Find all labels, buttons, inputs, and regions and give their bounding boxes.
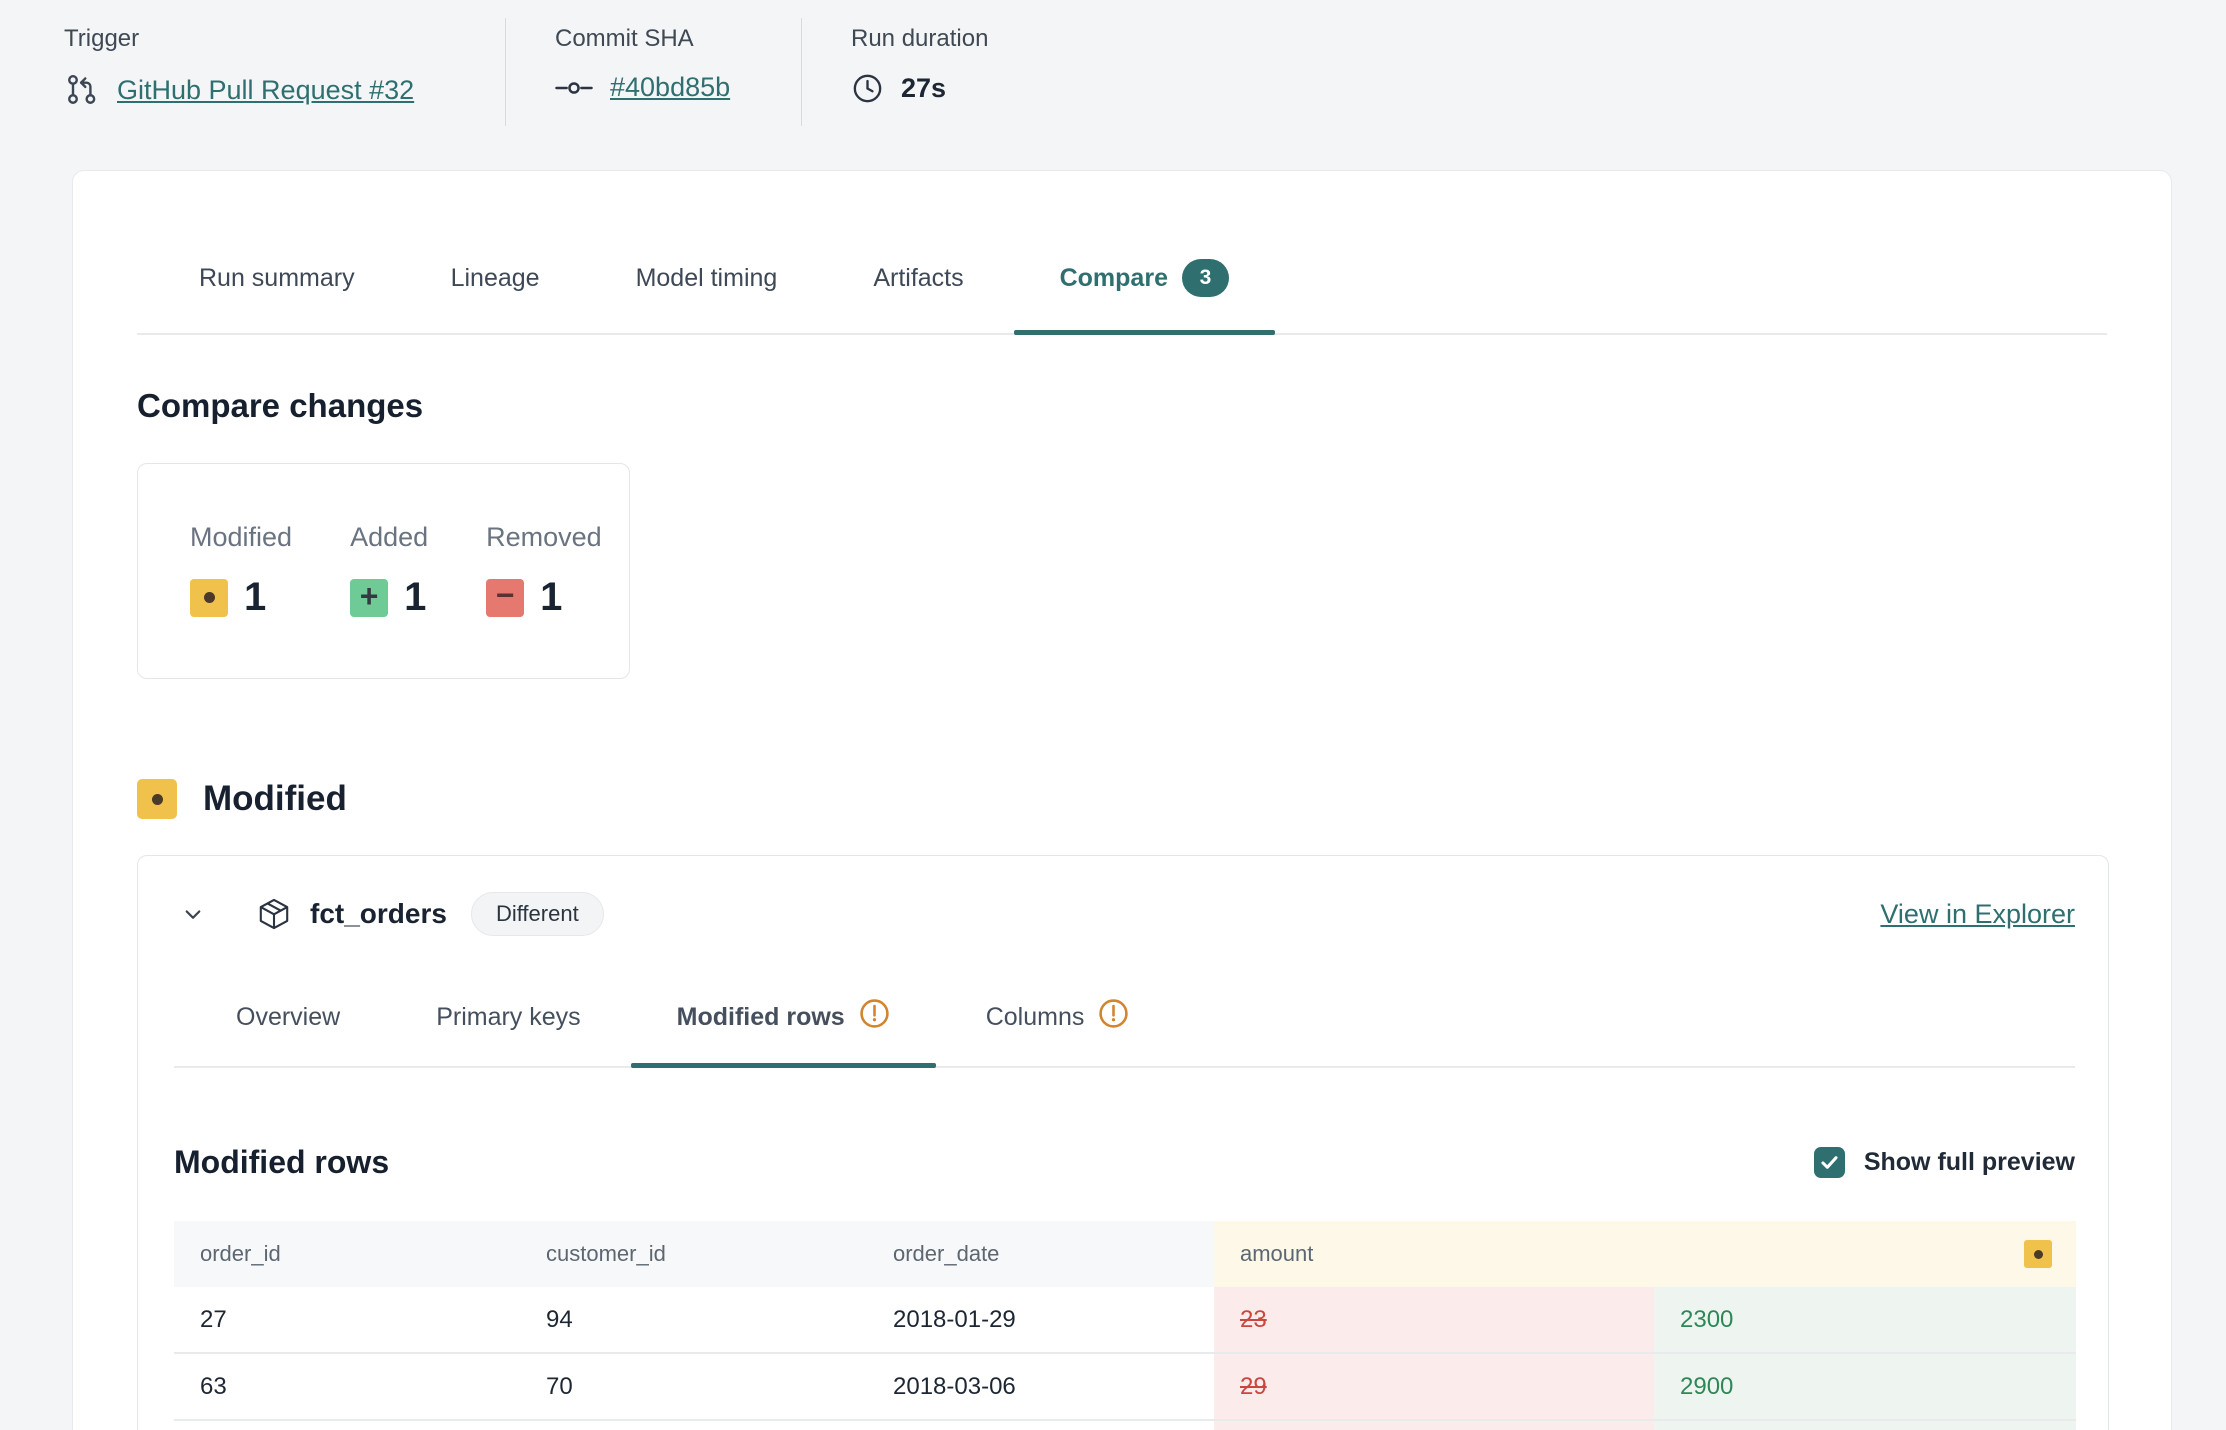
model-tabs: Overview Primary keys Modified rows Colu… bbox=[174, 998, 2075, 1068]
modified-column-icon bbox=[2024, 1240, 2052, 1268]
compare-changes-heading: Compare changes bbox=[137, 387, 2107, 425]
old-value: 23 bbox=[1240, 1306, 1267, 1334]
run-detail-card: Run summary Lineage Model timing Artifac… bbox=[72, 170, 2172, 1430]
cell-order-date: 2018-01-29 bbox=[867, 1287, 1214, 1352]
column-header-amount: amount bbox=[1214, 1221, 2076, 1287]
added-icon: + bbox=[350, 579, 388, 617]
modified-section-title: Modified bbox=[203, 779, 347, 819]
tab-model-timing[interactable]: Model timing bbox=[590, 259, 824, 333]
tab-run-summary[interactable]: Run summary bbox=[153, 259, 401, 333]
cell-amount-new: 2300 bbox=[1654, 1287, 2076, 1352]
cell-amount-new bbox=[1654, 1421, 2076, 1430]
commit-sha-link[interactable]: #40bd85b bbox=[610, 72, 730, 103]
tab-label: Columns bbox=[986, 1003, 1085, 1032]
tab-label: Compare bbox=[1060, 264, 1168, 293]
stat-removed-label: Removed bbox=[486, 522, 602, 553]
view-in-explorer-link[interactable]: View in Explorer bbox=[1880, 899, 2075, 930]
compare-summary-card: Modified 1 Added + 1 Removed − 1 bbox=[137, 463, 630, 679]
new-value: 2300 bbox=[1680, 1306, 1733, 1334]
column-header-order-id: order_id bbox=[174, 1221, 520, 1287]
tab-primary-keys[interactable]: Primary keys bbox=[390, 998, 626, 1066]
removed-icon: − bbox=[486, 579, 524, 617]
table-row bbox=[174, 1421, 2076, 1430]
modified-icon bbox=[137, 779, 177, 819]
amount-header-label: amount bbox=[1240, 1241, 1313, 1267]
warning-icon bbox=[1098, 998, 1129, 1036]
run-tabs: Run summary Lineage Model timing Artifac… bbox=[137, 259, 2107, 335]
model-name: fct_orders bbox=[310, 898, 447, 930]
show-full-preview-label: Show full preview bbox=[1864, 1148, 2075, 1177]
header-divider bbox=[505, 18, 506, 126]
pull-request-icon bbox=[64, 72, 100, 108]
collapse-chevron-icon[interactable] bbox=[174, 895, 212, 933]
cell-customer-id: 70 bbox=[520, 1354, 867, 1419]
table-row: 27 94 2018-01-29 23 2300 bbox=[174, 1287, 2076, 1354]
tab-lineage[interactable]: Lineage bbox=[405, 259, 586, 333]
cell-amount-old: 29 bbox=[1214, 1354, 1654, 1419]
cell-order-date: 2018-03-06 bbox=[867, 1354, 1214, 1419]
stat-added-label: Added bbox=[350, 522, 428, 553]
modified-rows-panel-header: Modified rows Show full preview bbox=[174, 1144, 2075, 1181]
run-header: Trigger GitHub Pull Request #32 Commit S… bbox=[0, 0, 2226, 136]
modified-section-heading: Modified bbox=[137, 779, 2107, 819]
trigger-label: Trigger bbox=[64, 26, 505, 52]
stat-removed: Removed − 1 bbox=[486, 522, 602, 620]
model-diff-card: fct_orders Different View in Explorer Ov… bbox=[137, 855, 2109, 1430]
cell-amount-old bbox=[1214, 1421, 1654, 1430]
tab-label: Run summary bbox=[199, 264, 355, 293]
show-full-preview-toggle[interactable]: Show full preview bbox=[1814, 1147, 2075, 1178]
modified-rows-title: Modified rows bbox=[174, 1144, 389, 1181]
checkbox-checked-icon[interactable] bbox=[1814, 1147, 1845, 1178]
stat-modified-label: Modified bbox=[190, 522, 292, 553]
warning-icon bbox=[859, 998, 890, 1036]
model-status-badge: Different bbox=[471, 892, 604, 936]
tab-columns[interactable]: Columns bbox=[940, 998, 1176, 1066]
modified-rows-table: order_id customer_id order_date amount 2… bbox=[174, 1221, 2076, 1430]
modified-icon bbox=[190, 579, 228, 617]
tab-artifacts[interactable]: Artifacts bbox=[827, 259, 1009, 333]
tab-label: Primary keys bbox=[436, 1003, 580, 1032]
tab-label: Lineage bbox=[451, 264, 540, 293]
commit-icon bbox=[555, 78, 593, 98]
stat-added: Added + 1 bbox=[350, 522, 428, 620]
column-header-order-date: order_date bbox=[867, 1221, 1214, 1287]
model-header: fct_orders Different View in Explorer bbox=[174, 892, 2075, 936]
new-value: 2900 bbox=[1680, 1373, 1733, 1401]
cell-customer-id: 94 bbox=[520, 1287, 867, 1352]
tab-label: Overview bbox=[236, 1003, 340, 1032]
stat-modified-count: 1 bbox=[244, 575, 266, 620]
cell-order-date bbox=[867, 1421, 1214, 1430]
tab-compare[interactable]: Compare 3 bbox=[1014, 259, 1275, 333]
column-header-customer-id: customer_id bbox=[520, 1221, 867, 1287]
run-duration-label: Run duration bbox=[851, 26, 988, 52]
cell-order-id: 27 bbox=[174, 1287, 520, 1352]
tab-label: Artifacts bbox=[873, 264, 963, 293]
tab-label: Model timing bbox=[636, 264, 778, 293]
tab-modified-rows[interactable]: Modified rows bbox=[631, 998, 936, 1066]
cell-order-id: 63 bbox=[174, 1354, 520, 1419]
cell-customer-id bbox=[520, 1421, 867, 1430]
table-row: 63 70 2018-03-06 29 2900 bbox=[174, 1354, 2076, 1421]
tab-overview[interactable]: Overview bbox=[190, 998, 386, 1066]
tab-label: Modified rows bbox=[677, 1003, 845, 1032]
cell-amount-new: 2900 bbox=[1654, 1354, 2076, 1419]
cell-amount-old: 23 bbox=[1214, 1287, 1654, 1352]
table-header-row: order_id customer_id order_date amount bbox=[174, 1221, 2076, 1287]
stat-added-count: 1 bbox=[404, 575, 426, 620]
stat-removed-count: 1 bbox=[540, 575, 562, 620]
clock-icon bbox=[851, 72, 884, 105]
header-divider bbox=[801, 18, 802, 126]
trigger-block: Trigger GitHub Pull Request #32 bbox=[64, 26, 505, 136]
run-duration-block: Run duration 27s bbox=[851, 26, 988, 136]
cell-order-id bbox=[174, 1421, 520, 1430]
model-cube-icon bbox=[256, 896, 292, 932]
trigger-pr-link[interactable]: GitHub Pull Request #32 bbox=[117, 75, 414, 106]
commit-label: Commit SHA bbox=[555, 26, 801, 52]
stat-modified: Modified 1 bbox=[190, 522, 292, 620]
run-duration-value: 27s bbox=[901, 73, 946, 104]
commit-block: Commit SHA #40bd85b bbox=[555, 26, 801, 136]
compare-count-badge: 3 bbox=[1182, 259, 1229, 297]
old-value: 29 bbox=[1240, 1373, 1267, 1401]
